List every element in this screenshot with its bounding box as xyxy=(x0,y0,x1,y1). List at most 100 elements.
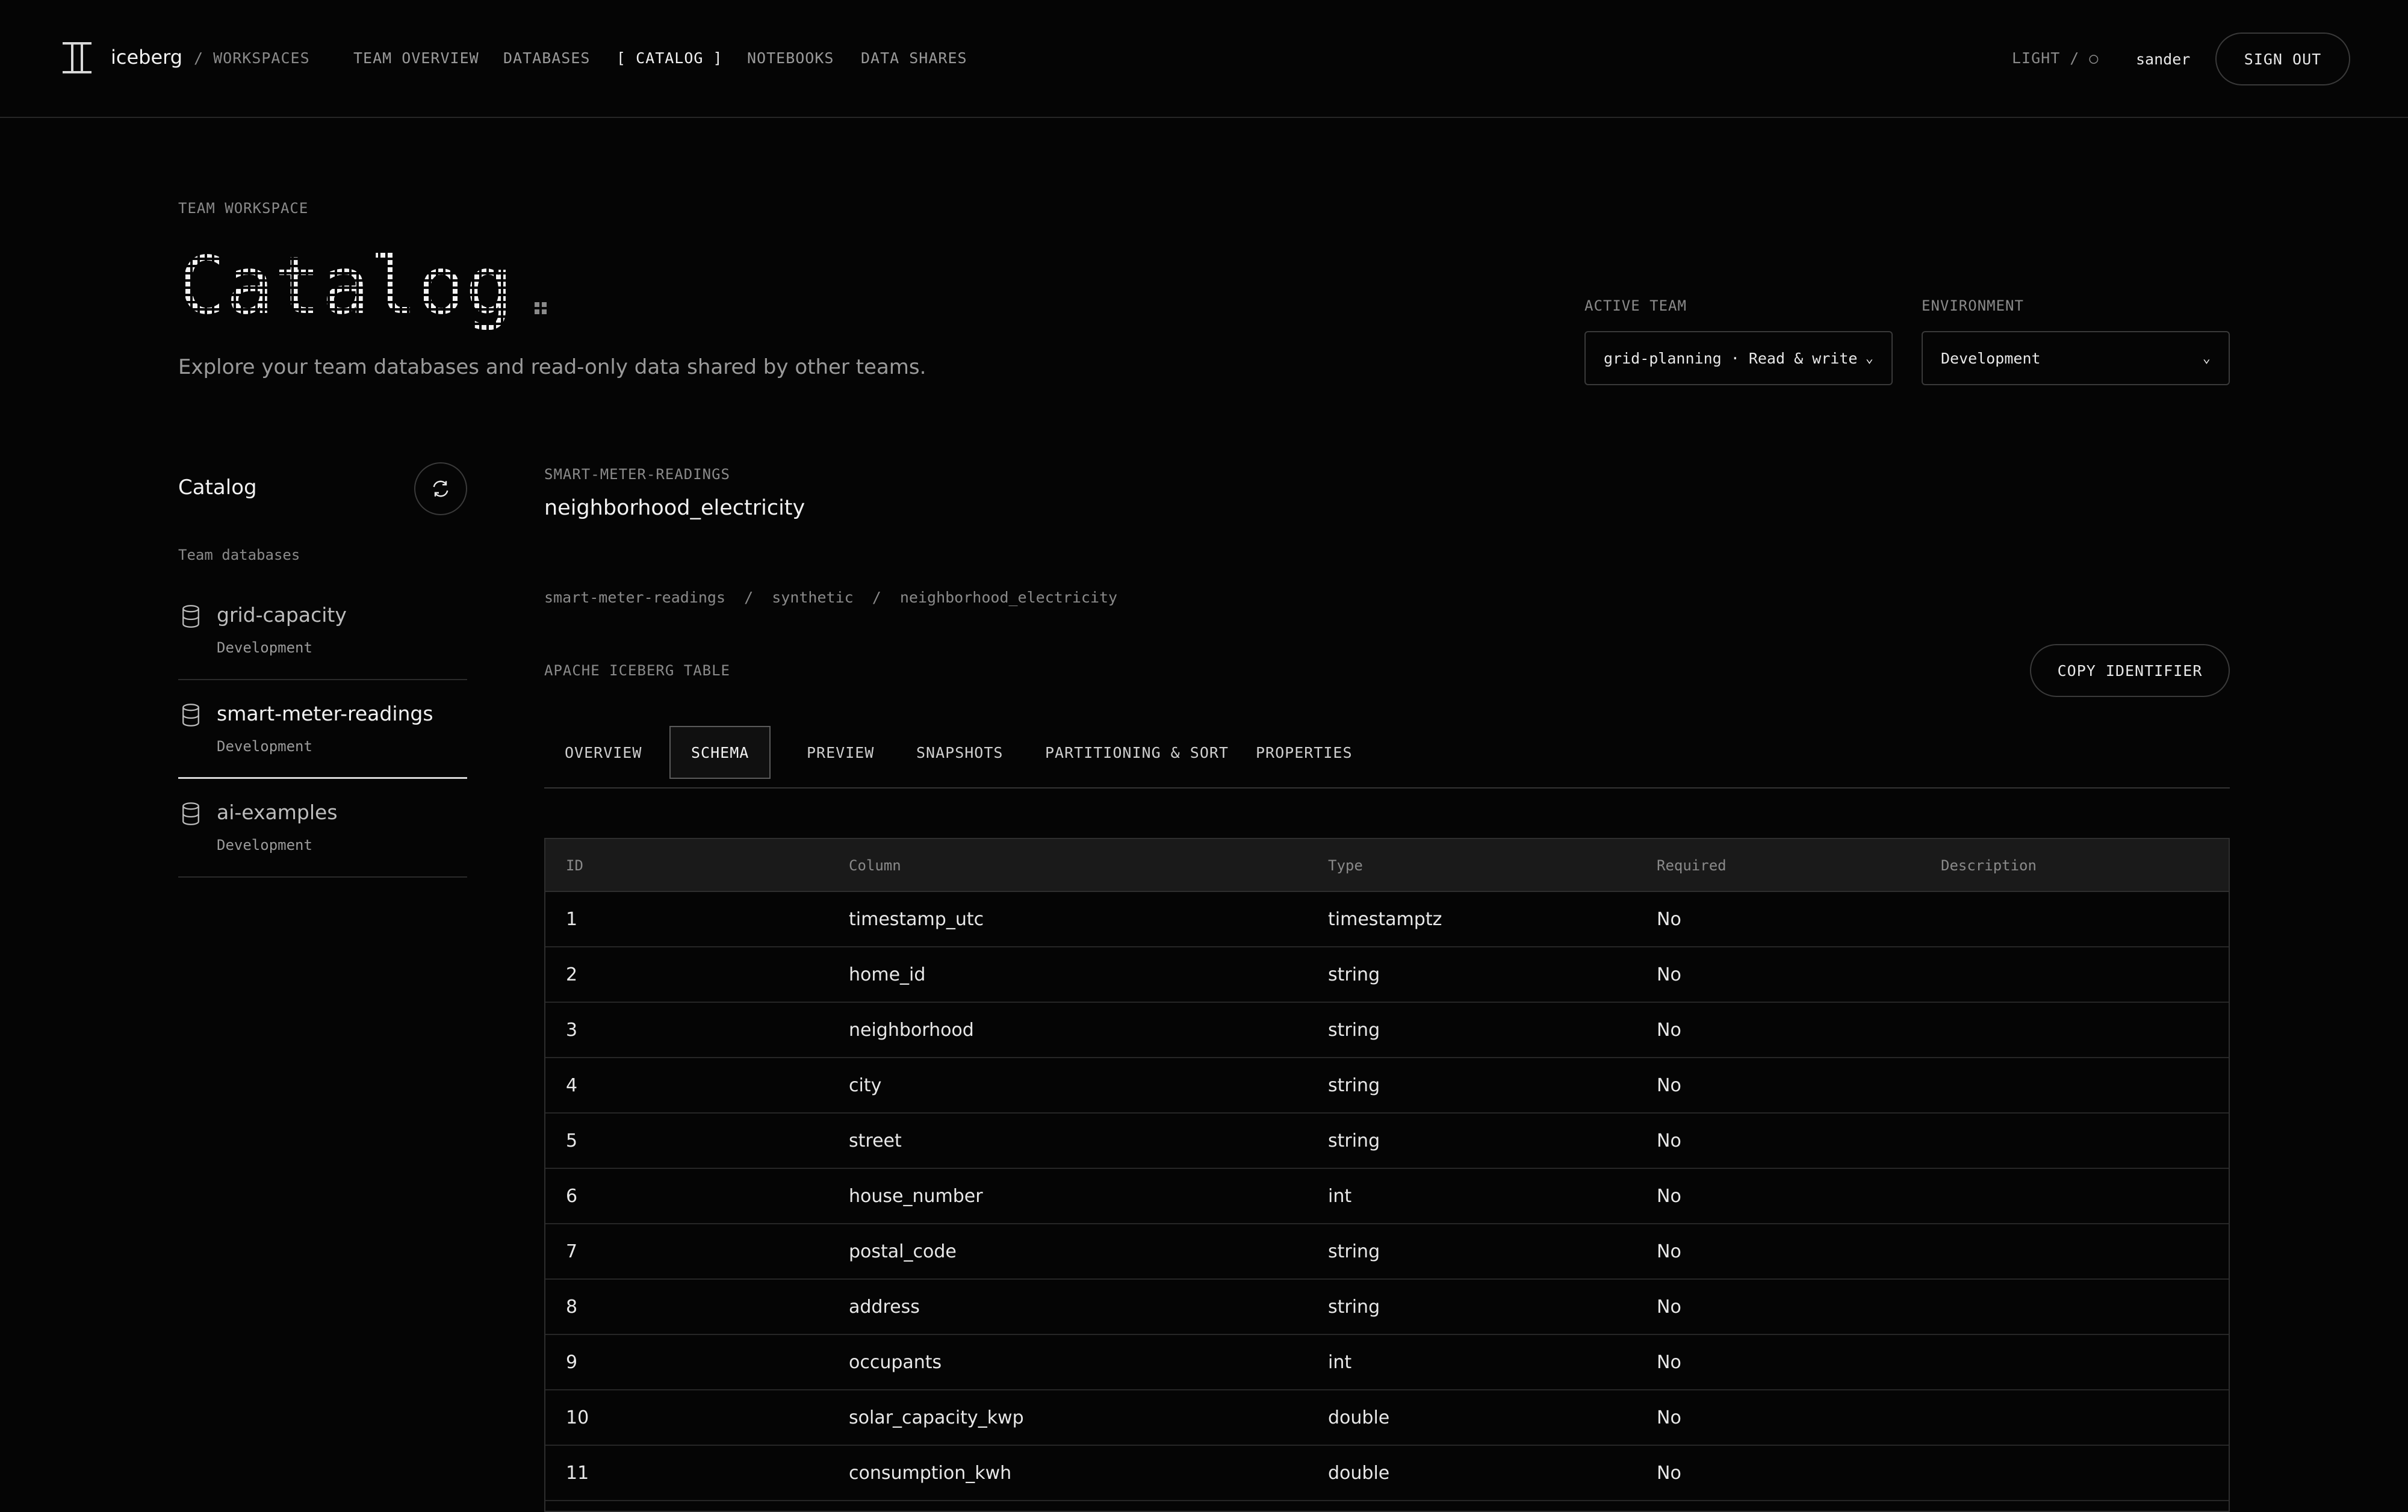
database-name: smart-meter-readings xyxy=(217,702,433,725)
cell-type: string xyxy=(1328,1075,1380,1096)
database-icon xyxy=(182,704,199,727)
cell-column: timestamp_utc xyxy=(849,909,984,930)
table-row[interactable]: 4 city string No xyxy=(545,1058,2229,1114)
active-team-select[interactable]: grid-planning · Read & write ⌄ xyxy=(1584,331,1893,385)
cell-type: double xyxy=(1328,1463,1390,1484)
page-title: Catalog xyxy=(178,253,547,332)
column-header-required: Required xyxy=(1657,857,1727,874)
cell-column: occupants xyxy=(849,1352,942,1373)
nav-team-overview[interactable]: TEAM OVERVIEW xyxy=(353,49,479,67)
table-row[interactable]: 8 address string No xyxy=(545,1280,2229,1335)
copy-identifier-button[interactable]: COPY IDENTIFIER xyxy=(2030,644,2230,697)
database-env: Development xyxy=(217,738,312,755)
cell-column: postal_code xyxy=(849,1241,957,1262)
schema-table-header: ID Column Type Required Description xyxy=(545,839,2229,892)
workspaces-link[interactable]: / WORKSPACES xyxy=(194,49,310,67)
tab-preview[interactable]: PREVIEW xyxy=(786,726,895,779)
cell-column: city xyxy=(849,1075,882,1096)
table-row[interactable]: 3 neighborhood string No xyxy=(545,1003,2229,1058)
breadcrumb-database[interactable]: smart-meter-readings xyxy=(544,589,725,606)
cell-column: solar_capacity_kwp xyxy=(849,1407,1024,1428)
nav-notebooks[interactable]: NOTEBOOKS xyxy=(747,49,834,67)
column-header-type: Type xyxy=(1328,857,1363,874)
tab-partitioning-sort[interactable]: PARTITIONING & SORT xyxy=(1025,726,1249,779)
iceberg-logo-icon[interactable] xyxy=(63,42,92,73)
sidebar-item-ai-examples[interactable]: ai-examples Development xyxy=(178,779,467,878)
cell-id: 6 xyxy=(566,1186,578,1207)
cell-required: No xyxy=(1657,1407,1681,1428)
table-tabs: OVERVIEW SCHEMA PREVIEW SNAPSHOTS PARTIT… xyxy=(544,726,2230,789)
nav-data-shares[interactable]: DATA SHARES xyxy=(861,49,967,67)
column-header-column: Column xyxy=(849,857,901,874)
cell-required: No xyxy=(1657,1075,1681,1096)
nav-catalog[interactable]: [ CATALOG ] xyxy=(616,49,723,67)
cell-type: string xyxy=(1328,1241,1380,1262)
database-name: grid-capacity xyxy=(217,603,347,627)
database-label: SMART-METER-READINGS xyxy=(544,466,730,483)
tab-schema[interactable]: SCHEMA xyxy=(669,726,771,779)
sign-out-button[interactable]: SIGN OUT xyxy=(2215,33,2350,85)
cell-required: No xyxy=(1657,1241,1681,1262)
theme-toggle[interactable]: LIGHT / ○ xyxy=(2012,49,2099,67)
tab-properties[interactable]: PROPERTIES xyxy=(1235,726,1373,779)
database-icon xyxy=(182,605,199,628)
cell-column: consumption_kwh xyxy=(849,1463,1012,1484)
cell-id: 11 xyxy=(566,1463,589,1484)
sidebar-item-smart-meter-readings[interactable]: smart-meter-readings Development xyxy=(178,680,467,779)
sidebar-title: Catalog xyxy=(178,476,257,500)
cell-type: int xyxy=(1328,1352,1352,1373)
svg-text:Catalog: Catalog xyxy=(178,253,513,332)
breadcrumb-separator: / xyxy=(744,589,754,606)
table-row[interactable]: 7 postal_code string No xyxy=(545,1224,2229,1280)
environment-select[interactable]: Development ⌄ xyxy=(1922,331,2230,385)
cell-column: street xyxy=(849,1130,902,1151)
cell-type: double xyxy=(1328,1407,1390,1428)
table-row[interactable]: 5 street string No xyxy=(545,1114,2229,1169)
cell-type: timestamptz xyxy=(1328,909,1442,930)
table-name: neighborhood_electricity xyxy=(544,496,805,520)
active-team-label: ACTIVE TEAM xyxy=(1584,297,1687,314)
cell-type: string xyxy=(1328,1130,1380,1151)
environment-label: ENVIRONMENT xyxy=(1922,297,2024,314)
database-env: Development xyxy=(217,639,312,656)
table-row[interactable]: 2 home_id string No xyxy=(545,947,2229,1003)
nav-databases[interactable]: DATABASES xyxy=(503,49,590,67)
sidebar-item-grid-capacity[interactable]: grid-capacity Development xyxy=(178,581,467,680)
cell-id: 1 xyxy=(566,909,578,930)
cell-required: No xyxy=(1657,1020,1681,1041)
brand-name[interactable]: iceberg xyxy=(111,46,182,69)
cell-type: string xyxy=(1328,1020,1380,1041)
breadcrumb-namespace[interactable]: synthetic xyxy=(772,589,853,606)
table-row[interactable]: 10 solar_capacity_kwp double No xyxy=(545,1390,2229,1446)
cell-id: 2 xyxy=(566,964,578,985)
cell-id: 3 xyxy=(566,1020,578,1041)
cell-required: No xyxy=(1657,1352,1681,1373)
cell-column: neighborhood xyxy=(849,1020,974,1041)
cell-id: 7 xyxy=(566,1241,578,1262)
cell-id: 9 xyxy=(566,1352,578,1373)
cell-id: 5 xyxy=(566,1130,578,1151)
table-row[interactable]: 6 house_number int No xyxy=(545,1169,2229,1224)
schema-table: ID Column Type Required Description 1 tim… xyxy=(544,838,2230,1512)
database-name: ai-examples xyxy=(217,801,338,824)
breadcrumb-table: neighborhood_electricity xyxy=(899,589,1118,606)
cell-column: address xyxy=(849,1297,920,1318)
breadcrumb-separator: / xyxy=(872,589,881,606)
cell-type: string xyxy=(1328,964,1380,985)
database-icon xyxy=(182,802,199,825)
page-subtitle: Explore your team databases and read-onl… xyxy=(178,355,926,379)
top-nav-bar: iceberg / WORKSPACES TEAM OVERVIEW DATAB… xyxy=(0,0,2408,118)
table-row[interactable]: 9 occupants int No xyxy=(545,1335,2229,1390)
cell-required: No xyxy=(1657,1463,1681,1484)
table-row[interactable]: 11 consumption_kwh double No xyxy=(545,1446,2229,1501)
cell-required: No xyxy=(1657,964,1681,985)
tab-snapshots[interactable]: SNAPSHOTS xyxy=(896,726,1023,779)
refresh-button[interactable] xyxy=(414,462,467,515)
user-name: sander xyxy=(2136,51,2191,68)
environment-value: Development xyxy=(1941,349,2041,367)
tab-overview[interactable]: OVERVIEW xyxy=(544,726,662,779)
breadcrumb: smart-meter-readings / synthetic / neigh… xyxy=(544,589,1117,606)
chevron-down-icon: ⌄ xyxy=(1865,350,1873,366)
table-row[interactable]: 1 timestamp_utc timestamptz No xyxy=(545,892,2229,947)
page-eyebrow: TEAM WORKSPACE xyxy=(178,200,309,217)
